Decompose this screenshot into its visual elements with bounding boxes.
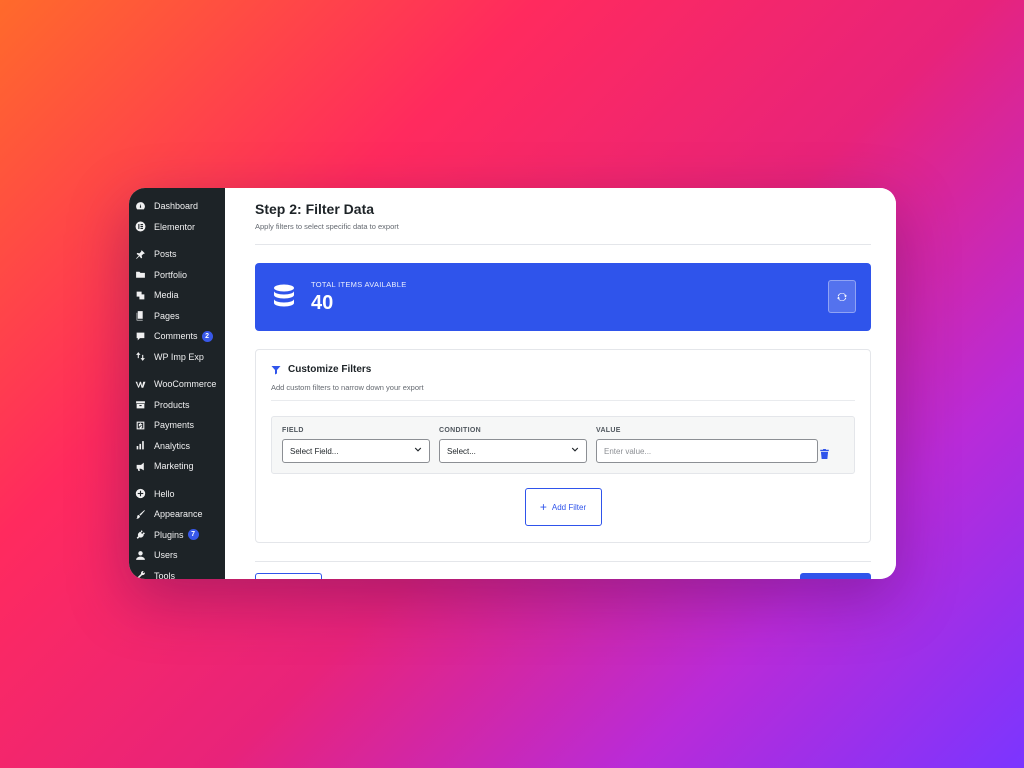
sidebar-item-tools[interactable]: Tools <box>129 566 225 579</box>
payments-icon <box>134 419 146 431</box>
refresh-count-button[interactable] <box>828 280 856 313</box>
user-icon <box>134 549 146 561</box>
sidebar-item-label: Pages <box>154 310 180 321</box>
dashboard-icon <box>134 200 146 212</box>
sidebar-item-elementor[interactable]: Elementor <box>129 217 225 238</box>
customize-filters-card: Customize Filters Add custom filters to … <box>255 349 871 543</box>
sidebar-item-dashboard[interactable]: Dashboard <box>129 196 225 217</box>
condition-column: CONDITION Select... <box>439 427 587 463</box>
next-button[interactable] <box>800 573 871 579</box>
sidebar-item-plugins[interactable]: Plugins 7 <box>129 525 225 546</box>
app-window: Dashboard Elementor Posts Portfolio Medi… <box>129 188 896 579</box>
sidebar-item-products[interactable]: Products <box>129 395 225 416</box>
comments-count-badge: 2 <box>201 330 213 342</box>
sidebar-item-label: Appearance <box>154 509 203 520</box>
refresh-icon <box>837 292 847 302</box>
trash-icon <box>819 449 829 459</box>
sidebar-item-label: Dashboard <box>154 201 199 212</box>
sidebar-item-label: Users <box>154 550 178 561</box>
main-content: Step 2: Filter Data Apply filters to sel… <box>225 188 896 579</box>
chevron-down-icon <box>571 446 579 456</box>
condition-select-value: Select... <box>447 446 476 456</box>
sidebar-item-portfolio[interactable]: Portfolio <box>129 265 225 286</box>
pin-icon <box>134 248 146 260</box>
folder-icon <box>134 269 146 281</box>
filters-heading: Customize Filters <box>271 364 855 375</box>
elementor-icon <box>134 221 146 233</box>
value-column: VALUE <box>596 427 818 463</box>
condition-select[interactable]: Select... <box>439 439 587 463</box>
total-items-label: TOTAL ITEMS AVAILABLE <box>311 279 407 289</box>
condition-label: CONDITION <box>439 427 481 434</box>
sidebar-item-label: Analytics <box>154 440 191 451</box>
sidebar-item-wp-imp-exp[interactable]: WP Imp Exp <box>129 347 225 368</box>
woocommerce-icon <box>134 378 146 390</box>
sidebar-item-label: Tools <box>154 570 176 579</box>
sidebar-item-label: Posts <box>154 249 177 260</box>
filters-subtitle: Add custom filters to narrow down your e… <box>271 383 424 392</box>
megaphone-icon <box>134 460 146 472</box>
plugins-count-badge: 7 <box>187 529 199 541</box>
sidebar-item-label: Elementor <box>154 221 196 232</box>
sidebar-item-label: WP Imp Exp <box>154 351 204 362</box>
total-items-text: TOTAL ITEMS AVAILABLE 40 <box>311 280 407 315</box>
wrench-icon <box>134 570 146 579</box>
plus-icon: + <box>539 500 547 514</box>
sidebar-item-label: Portfolio <box>154 269 188 280</box>
sidebar-item-comments[interactable]: Comments 2 <box>129 326 225 347</box>
total-items-value: 40 <box>311 291 334 314</box>
filter-funnel-icon <box>271 365 288 375</box>
sidebar-item-label: Products <box>154 399 190 410</box>
sidebar-item-label: Plugins <box>154 529 184 540</box>
plugin-icon <box>134 529 146 541</box>
brush-icon <box>134 508 146 520</box>
sidebar-item-users[interactable]: Users <box>129 545 225 566</box>
divider <box>255 561 871 562</box>
sidebar-item-media[interactable]: Media <box>129 285 225 306</box>
products-icon <box>134 399 146 411</box>
sidebar-item-analytics[interactable]: Analytics <box>129 436 225 457</box>
add-filter-label: Add Filter <box>551 502 587 512</box>
sidebar-item-label: Payments <box>154 420 195 431</box>
sidebar-item-hello[interactable]: Hello <box>129 484 225 505</box>
sidebar-item-label: WooCommerce <box>154 379 217 390</box>
sidebar-item-payments[interactable]: Payments <box>129 415 225 436</box>
sidebar-item-label: Comments <box>154 331 198 342</box>
value-input[interactable] <box>596 439 818 463</box>
comment-icon <box>134 330 146 342</box>
back-button[interactable] <box>255 573 322 579</box>
divider <box>255 244 871 245</box>
sidebar-item-marketing[interactable]: Marketing <box>129 456 225 477</box>
field-column: FIELD Select Field... <box>282 427 430 463</box>
total-items-card: TOTAL ITEMS AVAILABLE 40 <box>255 263 871 331</box>
chevron-down-icon <box>414 446 422 456</box>
sidebar-item-label: Hello <box>154 488 175 499</box>
sidebar-item-woocommerce[interactable]: WooCommerce <box>129 374 225 395</box>
field-label: FIELD <box>282 427 304 434</box>
sidebar-item-label: Media <box>154 290 179 301</box>
field-select-value: Select Field... <box>290 446 339 456</box>
value-label: VALUE <box>596 427 621 434</box>
sidebar-item-posts[interactable]: Posts <box>129 244 225 265</box>
filters-title: Customize Filters <box>288 364 372 375</box>
delete-filter-button[interactable] <box>818 447 830 461</box>
analytics-icon <box>134 440 146 452</box>
divider <box>271 400 855 401</box>
sidebar-item-label: Marketing <box>154 461 194 472</box>
page-subtitle: Apply filters to select specific data to… <box>255 222 399 231</box>
admin-sidebar: Dashboard Elementor Posts Portfolio Medi… <box>129 188 225 579</box>
pages-icon <box>134 310 146 322</box>
database-icon <box>273 284 295 310</box>
field-select[interactable]: Select Field... <box>282 439 430 463</box>
import-export-icon <box>134 351 146 363</box>
page-title: Step 2: Filter Data <box>255 201 375 217</box>
plus-circle-icon <box>134 488 146 500</box>
sidebar-item-appearance[interactable]: Appearance <box>129 504 225 525</box>
add-filter-button[interactable]: + Add Filter <box>524 488 602 526</box>
media-icon <box>134 289 146 301</box>
sidebar-item-pages[interactable]: Pages <box>129 306 225 327</box>
filter-row: FIELD Select Field... CONDITION Select..… <box>271 416 855 474</box>
